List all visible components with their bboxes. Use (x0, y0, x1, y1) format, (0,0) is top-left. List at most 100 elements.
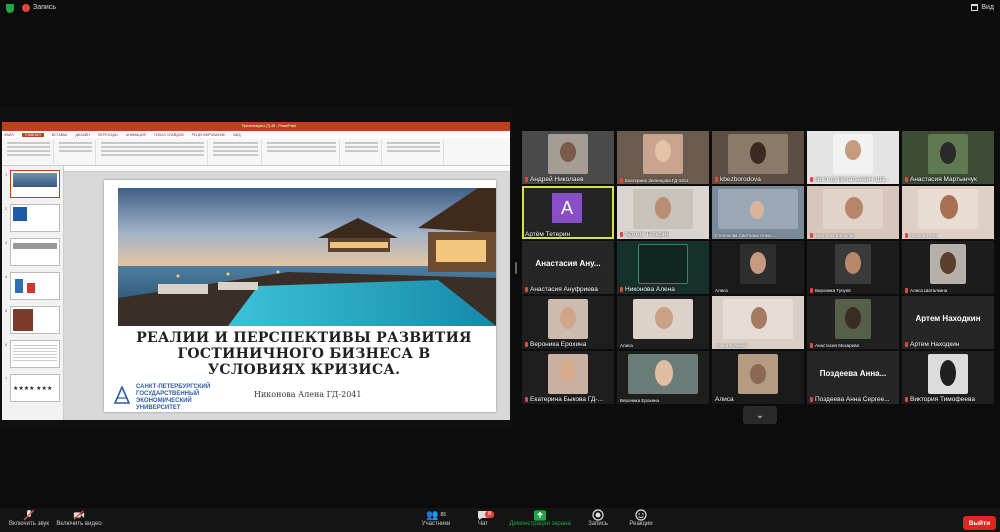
participant-name-large: Поздеева Анна... (819, 369, 887, 378)
participant-tile[interactable]: kbezborodova (712, 131, 804, 184)
participant-name: Степанова Светлана Алекс... (715, 233, 777, 238)
chat-unread-badge: 8 (485, 511, 494, 518)
participant-tile[interactable]: Алиса (712, 351, 804, 404)
participant-tile[interactable]: Екатерина Быкова ГД-... (522, 351, 614, 404)
ppt-tab[interactable]: ПОКАЗ СЛАЙДОВ (154, 133, 184, 137)
ppt-tab-active[interactable]: ГЛАВНАЯ (21, 132, 44, 137)
muted-mic-icon (620, 178, 623, 183)
ppt-tab[interactable]: ВСТАВКА (52, 133, 68, 137)
participant-avatar: A (552, 193, 582, 223)
participant-name: Виктор Витальевич Ша... (815, 176, 891, 183)
slide-thumbnail[interactable]: 6 (5, 340, 60, 368)
participant-name: Вероника Тупуев (815, 288, 851, 293)
view-button[interactable]: Вид (971, 4, 994, 11)
participant-name: Анастасия Мохарева (815, 343, 860, 348)
slide-thumbnail[interactable]: 5 (5, 306, 60, 334)
slide-thumbnail[interactable]: 7 ★★★★ ★★★ (5, 374, 60, 402)
participant-tile[interactable]: Екатерина Зеленцова ГД-1911 (617, 131, 709, 184)
ribbon-group-clipboard (4, 140, 54, 164)
participant-tile[interactable]: Алиса Шаталкина (902, 241, 994, 294)
participant-tile[interactable]: Лаврова Анна (902, 186, 994, 239)
muted-mic-icon (905, 342, 908, 347)
participant-tile[interactable]: Поздеева Анна... Поздеева Анна Сергее... (807, 351, 899, 404)
university-name: САНКТ-ПЕТЕРБУРГСКИЙ ГОСУДАРСТВЕННЫЙ ЭКОН… (136, 384, 211, 411)
participant-tile[interactable]: Артем Находкин Артем Находкин (902, 296, 994, 349)
ribbon-group-editing (384, 140, 444, 164)
meeting-toolbar (0, 508, 1000, 532)
record-indicator-icon (22, 4, 30, 12)
participant-tile[interactable]: Анастасия Ану... Анастасия Ануфриева (522, 241, 614, 294)
muted-mic-icon (525, 287, 528, 292)
muted-mic-icon (525, 397, 528, 402)
participants-label: Участники (421, 521, 451, 527)
participant-tile[interactable]: Вероника Тупуев (807, 241, 899, 294)
video-off-icon (73, 509, 85, 521)
shield-icon[interactable] (6, 4, 14, 13)
slide-thumbnail[interactable]: 3 (5, 238, 60, 266)
participant-tile[interactable]: Анастасия Мартынчук (902, 131, 994, 184)
slide-thumbnail[interactable]: 4 (5, 272, 60, 300)
participant-name: Артем Тетерин (625, 231, 670, 238)
reactions-button[interactable]: Реакции (626, 509, 656, 527)
muted-microphone-icon (23, 509, 35, 521)
participant-tile[interactable]: Анастасия Мохарева (807, 296, 899, 349)
slide-canvas[interactable]: РЕАЛИИ И ПЕРСПЕКТИВЫ РАЗВИТИЯ ГОСТИНИЧНО… (64, 172, 510, 420)
current-slide[interactable]: РЕАЛИИ И ПЕРСПЕКТИВЫ РАЗВИТИЯ ГОСТИНИЧНО… (104, 180, 496, 412)
muted-mic-icon (810, 343, 813, 348)
participant-tile[interactable]: Алиса (617, 296, 709, 349)
participant-tile[interactable]: Артем Тетерин (617, 186, 709, 239)
participant-name: Артём Тетерин (525, 231, 571, 238)
ppt-tab[interactable]: ПЕРЕХОДЫ (98, 133, 118, 137)
share-screen-button[interactable]: Демонстрация экрана (505, 509, 575, 527)
ribbon-group-paragraph (210, 140, 262, 164)
share-screen-label: Демонстрация экрана (509, 521, 571, 527)
muted-mic-icon (810, 288, 813, 293)
ribbon-group-drawing (264, 140, 340, 164)
gallery-next-page-button[interactable]: ⌄ (743, 406, 777, 424)
leave-meeting-button[interactable]: Выйти (963, 516, 996, 530)
meeting-top-bar: Запись Вид (0, 0, 1000, 16)
participant-tile[interactable]: Алиса (712, 241, 804, 294)
participants-button[interactable]: 👥 86 Участники (416, 509, 456, 528)
participant-tile[interactable]: Виктор Витальевич Ша... (807, 131, 899, 184)
record-button[interactable]: Запись (584, 509, 612, 527)
participant-tile[interactable]: Степанова Светлана Алекс... (712, 186, 804, 239)
participant-tile[interactable]: Никонова Алена (617, 241, 709, 294)
ppt-tab[interactable]: АНИМАЦИЯ (126, 133, 146, 137)
participant-name: Поздеева Анна Сергее... (815, 396, 890, 403)
participants-icon: 👥 (425, 509, 439, 521)
participant-name: Алиса (715, 396, 734, 403)
participant-name: Екатерина Быкова ГД-... (530, 396, 603, 403)
participant-tile[interactable]: Вероника Ерохина (522, 296, 614, 349)
university-emblem-icon (114, 386, 130, 404)
split-view-handle[interactable] (515, 262, 517, 274)
slide-thumbnail[interactable]: 1 (5, 170, 60, 198)
participant-tile[interactable]: Виктория Тимофеева (902, 351, 994, 404)
ppt-tab[interactable]: РЕЦЕНЗИРОВАНИЕ (192, 133, 226, 137)
muted-mic-icon (905, 397, 908, 402)
participant-tile[interactable]: Виктория Шведова (807, 186, 899, 239)
unmute-button[interactable]: Включить звук (6, 509, 52, 527)
unmute-label: Включить звук (8, 521, 49, 527)
participant-tile[interactable]: Алена Бочкина (712, 296, 804, 349)
participant-name: Вероника Ерохина (620, 398, 660, 403)
ppt-tab[interactable]: ФАЙЛ (4, 133, 14, 137)
slide-thumbnail[interactable]: 2 (5, 204, 60, 232)
ppt-tab[interactable]: ВИД (233, 133, 240, 137)
chevron-down-icon: ⌄ (755, 409, 765, 421)
start-video-label: Включить видео (56, 521, 102, 527)
start-video-button[interactable]: Включить видео (54, 509, 104, 527)
participant-name: kbezborodova (720, 176, 761, 183)
slide-title: РЕАЛИИ И ПЕРСПЕКТИВЫ РАЗВИТИЯ ГОСТИНИЧНО… (136, 330, 472, 378)
ppt-ribbon (2, 138, 510, 166)
participant-name: Никонова Алена (625, 286, 675, 293)
university-logo: САНКТ-ПЕТЕРБУРГСКИЙ ГОСУДАРСТВЕННЫЙ ЭКОН… (114, 384, 244, 411)
ppt-tab[interactable]: ДИЗАЙН (76, 133, 90, 137)
participant-tile[interactable]: Вероника Ерохина (617, 351, 709, 404)
record-icon (592, 509, 604, 521)
participant-name: Алиса (620, 343, 633, 348)
participant-tile-active-speaker[interactable]: A Артём Тетерин (522, 186, 614, 239)
muted-mic-icon (810, 233, 813, 238)
slide-thumbnails-pane[interactable]: 1 2 3 4 5 6 7 ★★★★ ★★★ (2, 166, 64, 420)
participant-tile[interactable]: Андрей Николаев (522, 131, 614, 184)
